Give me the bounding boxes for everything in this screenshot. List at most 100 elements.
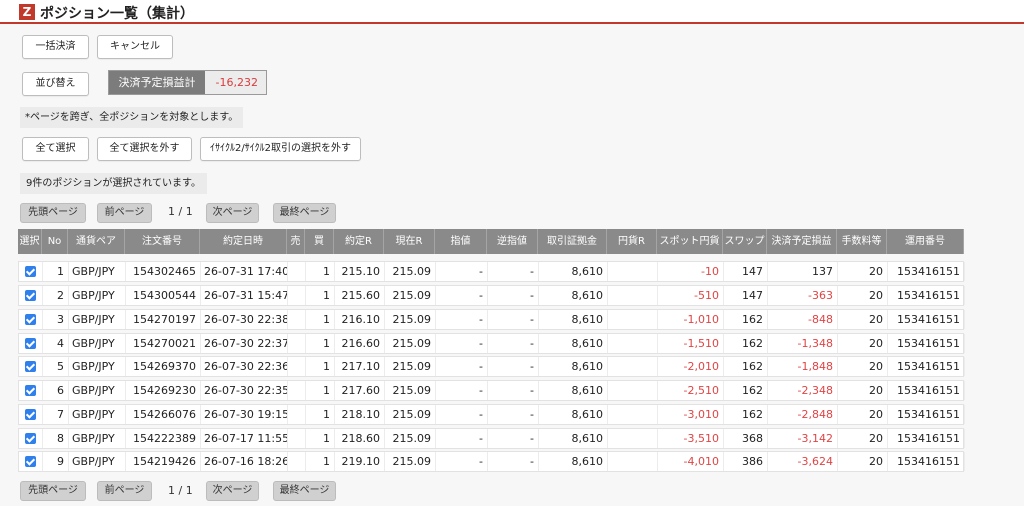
next-page-button[interactable]: 次ページ [206,481,259,501]
cell-fee: 20 [838,381,888,400]
pl-summary: 決済予定損益計 -16,232 [108,70,267,95]
column-header-expected-pl: 決済予定損益 [767,229,837,254]
cell-no: 7 [43,405,69,424]
row-select-checkbox[interactable] [19,381,43,400]
column-header-exec-datetime: 約定日時 [200,229,287,254]
row-select-checkbox[interactable] [19,357,43,376]
row-select-checkbox[interactable] [19,262,43,281]
cancel-button[interactable]: キャンセル [97,35,173,59]
table-row: 5 GBP/JPY 154269370 26-07-30 22:36 1 217.10 21… [18,356,965,377]
prev-page-button[interactable]: 前ページ [97,203,152,223]
cell-jpy-rate [608,429,658,448]
table-row: 4 GBP/JPY 154270021 26-07-30 22:37 1 216.60 21… [18,333,965,354]
cell-limit: - [436,334,488,353]
column-header-sell: 売 [287,229,305,254]
cell-current-rate: 215.09 [385,286,436,305]
cell-margin: 8,610 [539,334,608,353]
checkbox-checked-icon[interactable] [25,409,36,420]
column-header-margin: 取引証拠金 [538,229,607,254]
table-row: 6 GBP/JPY 154269230 26-07-30 22:35 1 217.60 21… [18,380,965,401]
cell-expected-pl: -363 [768,286,838,305]
cell-sell [288,262,306,281]
page-indicator: 1 / 1 [168,484,193,497]
cell-exec-rate: 218.60 [335,429,385,448]
cell-no: 5 [43,357,69,376]
row-select-checkbox[interactable] [19,452,43,471]
checkbox-checked-icon[interactable] [25,338,36,349]
last-page-button[interactable]: 最終ページ [273,203,336,223]
cell-swap: 162 [724,357,768,376]
checkbox-checked-icon[interactable] [25,314,36,325]
cell-spot-jpy: -3,010 [658,405,724,424]
cell-sell [288,405,306,424]
checkbox-checked-icon[interactable] [25,385,36,396]
cell-spot-jpy: -3,510 [658,429,724,448]
row-select-checkbox[interactable] [19,405,43,424]
cell-stop: - [488,334,539,353]
cell-expected-pl: -1,348 [768,334,838,353]
row-select-checkbox[interactable] [19,286,43,305]
checkbox-checked-icon[interactable] [25,361,36,372]
table-row: 9 GBP/JPY 154219426 26-07-16 18:26 1 219.10 21… [18,451,965,472]
cell-limit: - [436,429,488,448]
cell-buy: 1 [306,381,335,400]
cell-jpy-rate [608,452,658,471]
cell-spot-jpy: -2,510 [658,381,724,400]
column-header-exec-rate: 約定R [334,229,384,254]
cell-swap: 162 [724,381,768,400]
column-header-current-rate: 現在R [384,229,435,254]
row-select-checkbox[interactable] [19,429,43,448]
cell-current-rate: 215.09 [385,334,436,353]
cell-buy: 1 [306,286,335,305]
prev-page-button[interactable]: 前ページ [97,481,152,501]
cell-sell [288,334,306,353]
brand-logo-icon: Z [19,4,35,20]
cell-account-no: 153416151 [888,381,965,400]
cell-pair: GBP/JPY [69,405,126,424]
sort-button[interactable]: 並び替え [22,72,89,96]
cell-margin: 8,610 [539,452,608,471]
cell-order-no: 154270021 [126,334,201,353]
cell-sell [288,286,306,305]
cell-account-no: 153416151 [888,286,965,305]
cell-exec-rate: 218.10 [335,405,385,424]
cell-exec-datetime: 26-07-30 22:36 [201,357,288,376]
cell-exec-datetime: 26-07-31 17:40 [201,262,288,281]
cell-buy: 1 [306,429,335,448]
cell-sell [288,381,306,400]
bulk-settle-button[interactable]: 一括決済 [22,35,89,59]
cell-stop: - [488,310,539,329]
cell-swap: 162 [724,405,768,424]
cell-expected-pl: -2,348 [768,381,838,400]
cell-limit: - [436,405,488,424]
row-select-checkbox[interactable] [19,310,43,329]
cell-margin: 8,610 [539,357,608,376]
cell-jpy-rate [608,310,658,329]
deselect-all-button[interactable]: 全て選択を外す [97,137,192,161]
checkbox-checked-icon[interactable] [25,290,36,301]
checkbox-checked-icon[interactable] [25,456,36,467]
checkbox-checked-icon[interactable] [25,266,36,277]
cell-buy: 1 [306,310,335,329]
cell-current-rate: 215.09 [385,452,436,471]
cell-account-no: 153416151 [888,429,965,448]
cell-pair: GBP/JPY [69,429,126,448]
cell-limit: - [436,262,488,281]
cell-fee: 20 [838,405,888,424]
cell-current-rate: 215.09 [385,357,436,376]
cell-jpy-rate [608,405,658,424]
select-all-button[interactable]: 全て選択 [22,137,89,161]
next-page-button[interactable]: 次ページ [206,203,259,223]
cell-swap: 386 [724,452,768,471]
last-page-button[interactable]: 最終ページ [273,481,336,501]
deselect-cycle-button[interactable]: ｲｻｲｸﾙ2/ｻｲｸﾙ2取引の選択を外す [200,137,361,161]
checkbox-checked-icon[interactable] [25,433,36,444]
first-page-button[interactable]: 先頭ページ [20,203,86,223]
cell-jpy-rate [608,262,658,281]
cell-spot-jpy: -510 [658,286,724,305]
row-select-checkbox[interactable] [19,334,43,353]
cell-jpy-rate [608,357,658,376]
cell-no: 6 [43,381,69,400]
cell-limit: - [436,381,488,400]
first-page-button[interactable]: 先頭ページ [20,481,86,501]
